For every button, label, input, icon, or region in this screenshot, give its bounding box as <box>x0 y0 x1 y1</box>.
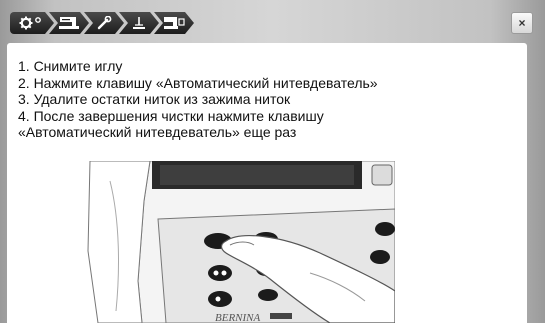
help-content-panel: 1. Снимите иглу 2. Нажмите клавишу «Авто… <box>7 43 527 323</box>
instruction-step-3: 3. Удалите остатки ниток из зажима ниток <box>18 91 291 107</box>
tab-settings[interactable] <box>10 12 54 34</box>
breadcrumb-tabs <box>10 12 189 34</box>
instruction-list: 1. Снимите иглу 2. Нажмите клавишу «Авто… <box>18 58 518 141</box>
close-icon: × <box>518 16 526 30</box>
instruction-step-1: 1. Снимите иглу <box>18 58 123 74</box>
sewing-machine-icon <box>58 16 80 30</box>
machine-illustration: BERNINA <box>87 161 395 323</box>
tab-help[interactable] <box>154 12 194 34</box>
brand-logo-text: BERNINA <box>215 312 260 323</box>
instruction-step-4-continued: «Автоматический нитевдеватель» еще раз <box>18 124 297 140</box>
machine-help-icon <box>163 16 185 30</box>
settings-gear-icon <box>19 16 45 30</box>
close-button[interactable]: × <box>511 12 533 34</box>
wrench-icon <box>96 16 112 30</box>
instruction-step-4: 4. После завершения чистки нажмите клави… <box>18 107 324 124</box>
tab-tools[interactable] <box>84 12 124 34</box>
instruction-step-2: 2. Нажмите клавишу «Автоматический нитев… <box>18 74 378 91</box>
needle-threader-icon <box>131 16 147 30</box>
tab-machine[interactable] <box>49 12 89 34</box>
help-window: × 1. Снимите иглу 2. Нажмите клавишу «Ав… <box>0 0 545 323</box>
tab-threader[interactable] <box>119 12 159 34</box>
toolbar: × <box>0 0 545 38</box>
